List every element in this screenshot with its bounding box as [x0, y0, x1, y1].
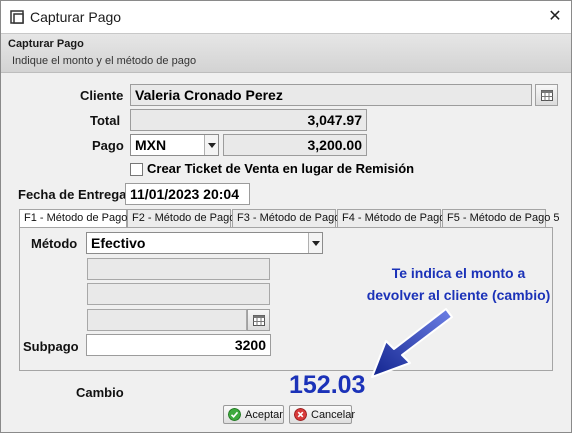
- tab-metodo-pago-2[interactable]: F2 - Método de Pago 2: [127, 209, 245, 227]
- arrow-down-left-icon: [371, 308, 453, 378]
- metodo-value: Efectivo: [91, 235, 146, 251]
- pago-label: Pago: [92, 138, 124, 153]
- fecha-entrega-label: Fecha de Entrega: [18, 187, 127, 202]
- total-field: 3,047.97: [130, 109, 367, 131]
- fecha-entrega-field[interactable]: 11/01/2023 20:04: [125, 183, 250, 205]
- calendar-grid-icon: [253, 315, 265, 326]
- annotation-text: Te indica el monto a devolver al cliente…: [346, 262, 571, 306]
- cancel-button[interactable]: Cancelar: [289, 405, 356, 424]
- tab-metodo-pago-4[interactable]: F4 - Método de Pago 4: [337, 209, 455, 227]
- accept-button-label: Aceptar: [245, 409, 283, 421]
- currency-value: MXN: [135, 137, 167, 153]
- header-band: Capturar Pago Indique el monto y el méto…: [1, 33, 571, 73]
- tab-metodo-pago-3[interactable]: F3 - Método de Pago 3: [232, 209, 350, 227]
- title-bar: Capturar Pago ✕: [1, 1, 571, 33]
- window-icon: [10, 10, 24, 24]
- ticket-checkbox[interactable]: [130, 163, 143, 176]
- annotation-line-1: Te indica el monto a: [391, 265, 526, 281]
- accept-button[interactable]: Aceptar: [223, 405, 284, 424]
- header-subtitle: Indique el monto y el método de pago: [12, 55, 197, 67]
- metodo-picker-button[interactable]: [247, 309, 270, 331]
- cliente-label: Cliente: [80, 88, 124, 103]
- total-label: Total: [90, 113, 121, 128]
- tab-metodo-pago-1[interactable]: F1 - Método de Pago 1: [19, 209, 137, 228]
- close-icon: ✕: [548, 8, 562, 25]
- capturar-pago-dialog: Capturar Pago ✕ Capturar Pago Indique el…: [0, 0, 572, 433]
- x-circle-icon: [294, 408, 307, 421]
- metodo-select[interactable]: Efectivo: [86, 232, 323, 254]
- ticket-checkbox-label: Crear Ticket de Venta en lugar de Remisi…: [147, 161, 415, 176]
- chevron-down-icon: [204, 135, 218, 155]
- cancel-button-label: Cancelar: [311, 409, 356, 421]
- check-circle-icon: [228, 408, 241, 421]
- currency-select[interactable]: MXN: [130, 134, 219, 156]
- tab-metodo-pago-5[interactable]: F5 - Método de Pago 5: [442, 209, 560, 227]
- metodo-detail-field-3: [87, 309, 247, 331]
- subpago-field[interactable]: 3200: [86, 334, 271, 356]
- fecha-entrega-value: 11/01/2023 20:04: [130, 186, 239, 202]
- cliente-field[interactable]: Valeria Cronado Perez: [130, 84, 532, 106]
- cambio-value: 152.03: [289, 371, 366, 399]
- close-button[interactable]: ✕: [539, 3, 571, 31]
- chevron-down-icon: [308, 233, 322, 253]
- subpago-label: Subpago: [23, 339, 79, 354]
- metodo-detail-field-2: [87, 283, 270, 305]
- metodo-detail-field-1: [87, 258, 270, 280]
- cambio-label: Cambio: [76, 385, 124, 400]
- window-title: Capturar Pago: [30, 9, 122, 25]
- metodo-label: Método: [31, 236, 78, 251]
- header-title: Capturar Pago: [8, 38, 84, 50]
- calendar-grid-icon: [541, 90, 553, 101]
- pago-field[interactable]: 3,200.00: [223, 134, 367, 156]
- cliente-picker-button[interactable]: [535, 84, 558, 106]
